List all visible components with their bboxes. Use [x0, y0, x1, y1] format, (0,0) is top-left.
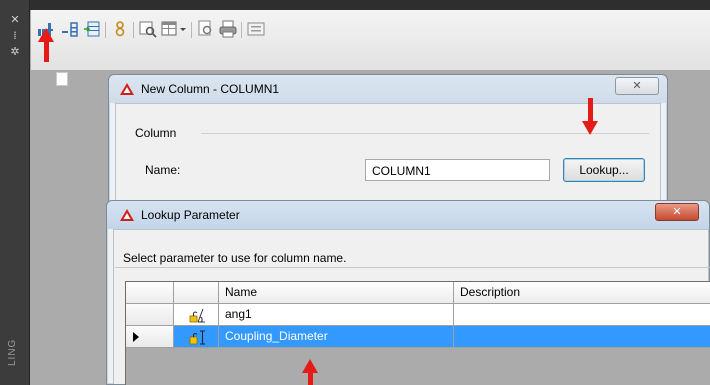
toolbar-separator: [191, 22, 192, 38]
table-style-icon[interactable]: [161, 20, 179, 38]
close-icon[interactable]: ✕: [615, 77, 659, 95]
angular-param-icon: [189, 308, 205, 323]
new-column-dialog: New Column - COLUMN1 ✕ Column Name: COLU…: [108, 74, 668, 214]
row-header-current[interactable]: [126, 326, 174, 348]
new-column-titlebar[interactable]: New Column - COLUMN1 ✕: [109, 75, 667, 103]
toolbar: [31, 10, 710, 70]
column-group-caption: Column: [135, 126, 177, 140]
preview-icon[interactable]: [139, 20, 157, 38]
table-row-name[interactable]: Coupling_Diameter: [219, 326, 454, 348]
attribute-icon[interactable]: [111, 20, 129, 38]
toolbar-separator: [241, 22, 242, 38]
annotation-arrowhead-toolbar: [38, 28, 54, 42]
column-name-input[interactable]: COLUMN1: [365, 159, 550, 181]
table-row-description[interactable]: [454, 326, 710, 348]
grid-header-rowheader: [126, 282, 174, 304]
row-icon-cell[interactable]: [174, 326, 219, 348]
lookup-button[interactable]: Lookup...: [563, 158, 645, 182]
toolbar-separator: [105, 22, 106, 38]
side-palette: ✕ ⁞ ✲ LING: [0, 0, 30, 385]
lookup-parameter-dialog: Lookup Parameter ✕ Select parameter to u…: [106, 200, 710, 385]
lookup-title: Lookup Parameter: [141, 208, 240, 222]
palette-settings-icon[interactable]: ✲: [0, 46, 30, 58]
insert-row-icon[interactable]: [61, 20, 79, 38]
annotation-arrow-row: [308, 372, 313, 385]
instruction-divider: [115, 267, 710, 268]
find-icon[interactable]: [197, 20, 215, 38]
table-import-icon[interactable]: [83, 20, 101, 38]
annotation-arrow-lookup: [588, 98, 593, 122]
row-header[interactable]: [126, 304, 174, 326]
close-icon[interactable]: ✕: [655, 203, 699, 221]
row-icon-cell[interactable]: [174, 304, 219, 326]
table-row-name[interactable]: ang1: [219, 304, 454, 326]
toolbar-separator: [133, 22, 134, 38]
grid-header-description[interactable]: Description: [454, 282, 710, 304]
annotation-arrowhead-row: [302, 359, 318, 373]
palette-title-label: LING: [7, 338, 18, 366]
instruction-text: Select parameter to use for column name.: [123, 251, 347, 265]
export-icon[interactable]: [247, 20, 265, 38]
print-icon[interactable]: [219, 20, 237, 38]
linear-param-icon: [189, 330, 205, 345]
grid-header-name[interactable]: Name: [219, 282, 454, 304]
sheet-indicator: [56, 72, 68, 86]
top-strip: [0, 0, 710, 10]
autocad-logo-icon: [120, 83, 134, 95]
annotation-arrowhead-lookup: [582, 121, 598, 135]
annotation-arrow-toolbar: [44, 40, 49, 62]
grid-header-icon: [174, 282, 219, 304]
new-column-title: New Column - COLUMN1: [141, 82, 280, 96]
lookup-titlebar[interactable]: Lookup Parameter ✕: [107, 201, 709, 229]
autocad-logo-icon: [120, 209, 134, 221]
current-row-marker-icon: [133, 332, 139, 342]
parameter-grid[interactable]: Name Description ang1 Coupling_Diameter: [125, 281, 710, 385]
palette-close-icon[interactable]: ✕: [0, 14, 30, 26]
name-label: Name:: [145, 163, 181, 177]
table-row-description[interactable]: [454, 304, 710, 326]
dropdown-icon[interactable]: [179, 20, 187, 38]
palette-grip-icon[interactable]: ⁞: [0, 30, 30, 42]
